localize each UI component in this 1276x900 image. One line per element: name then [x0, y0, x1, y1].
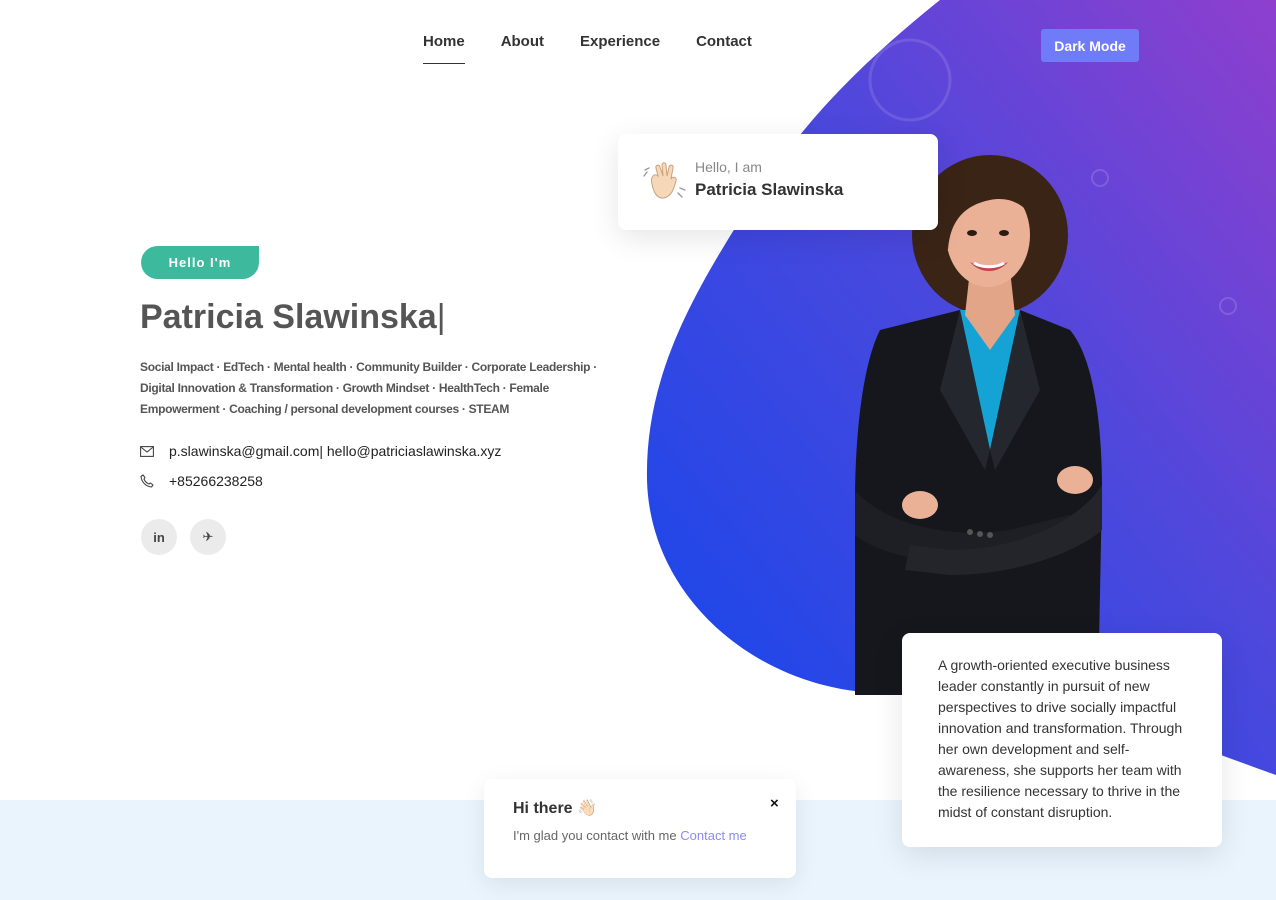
- nav-about[interactable]: About: [501, 33, 544, 64]
- hero-tags: Social Impact · EdTech · Mental health ·…: [140, 360, 597, 416]
- profile-photo: [855, 155, 1102, 695]
- chat-title: Hi there 👋🏻: [513, 800, 597, 817]
- phone-row: +85266238258: [140, 473, 263, 489]
- typing-cursor: |: [436, 298, 446, 336]
- chat-message: I'm glad you contact with me Contact me: [513, 828, 747, 843]
- linkedin-icon[interactable]: in: [141, 519, 177, 555]
- hello-card: Hello, I am Patricia Slawinska: [618, 134, 938, 230]
- hero-name-text: Patricia Slawinska: [140, 298, 437, 336]
- waving-hand-icon: [643, 162, 686, 199]
- hello-card-name: Patricia Slawinska: [695, 180, 844, 199]
- email-row: p.slawinska@gmail.com| hello@patriciasla…: [140, 443, 501, 459]
- nav-contact[interactable]: Contact: [696, 33, 752, 64]
- close-icon[interactable]: ×: [770, 795, 779, 812]
- telegram-icon[interactable]: ✈: [190, 519, 226, 555]
- phone-text[interactable]: +85266238258: [169, 473, 263, 489]
- chat-message-text: I'm glad you contact with me: [513, 828, 677, 843]
- nav-home[interactable]: Home: [423, 33, 465, 64]
- chat-popup: Hi there 👋🏻 I'm glad you contact with me…: [484, 779, 796, 878]
- dark-mode-button[interactable]: Dark Mode: [1041, 29, 1139, 62]
- bio-card: A growth-oriented executive business lea…: [902, 633, 1222, 847]
- main-nav: Home About Experience Contact: [423, 33, 752, 64]
- nav-experience[interactable]: Experience: [580, 33, 660, 64]
- contact-me-link[interactable]: Contact me: [680, 828, 746, 843]
- hello-card-intro: Hello, I am: [695, 159, 762, 175]
- envelope-icon: [140, 443, 156, 459]
- email-text[interactable]: p.slawinska@gmail.com| hello@patriciasla…: [169, 443, 501, 459]
- social-links: in ✈: [141, 519, 226, 555]
- hello-badge: Hello I'm: [141, 246, 259, 279]
- phone-icon: [140, 473, 156, 489]
- hero-name: Patricia Slawinska|: [140, 298, 446, 337]
